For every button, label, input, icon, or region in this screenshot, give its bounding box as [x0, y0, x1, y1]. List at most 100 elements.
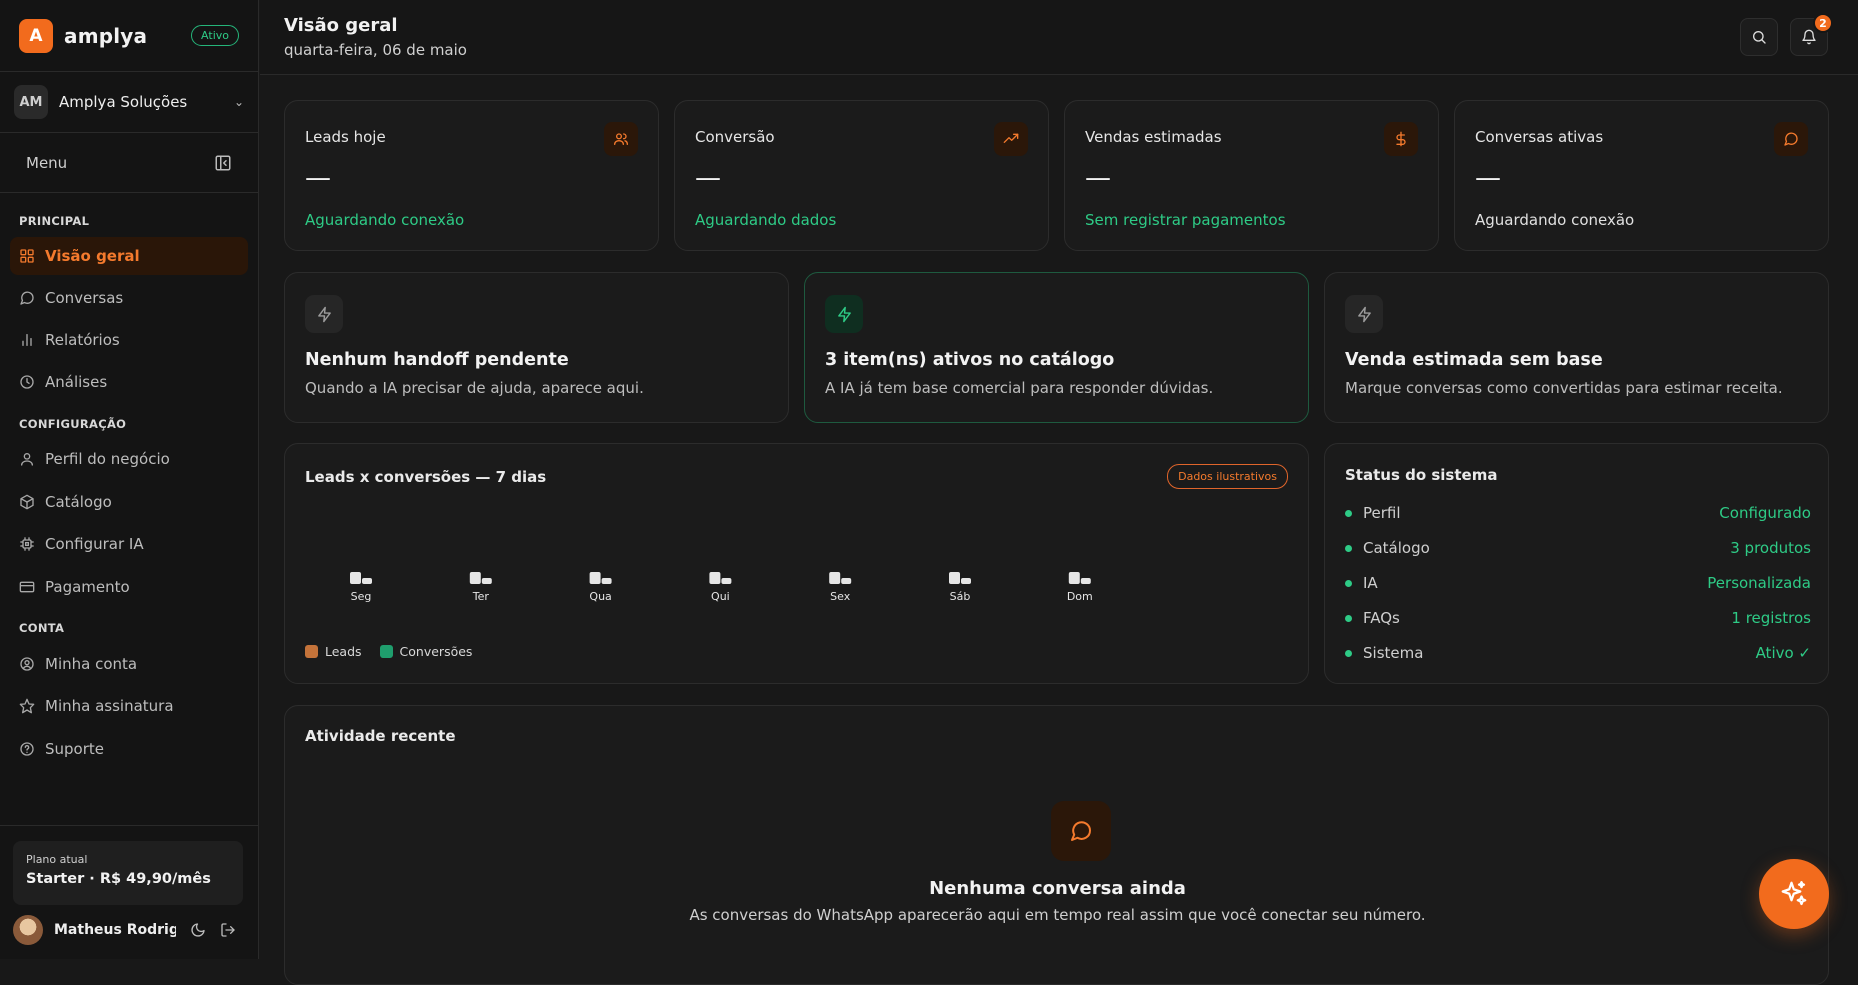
- trending-up-icon: [994, 122, 1028, 156]
- kpi-value: —: [1085, 163, 1111, 193]
- kpi-subtitle: Aguardando conexão: [305, 211, 465, 229]
- status-title: Status do sistema: [1345, 466, 1498, 484]
- recent-activity-card: Atividade recente Nenhuma conversa ainda…: [284, 705, 1829, 985]
- legend-swatch: [305, 645, 318, 658]
- activity-title: Atividade recente: [305, 727, 456, 745]
- sidebar-item-minha-assinatura[interactable]: Minha assinatura: [10, 687, 248, 725]
- sidebar-divider: [0, 825, 259, 826]
- company-avatar: AM: [14, 85, 48, 119]
- current-plan-card[interactable]: Plano atual Starter · R$ 49,90/mês: [13, 841, 243, 905]
- ai-assistant-button[interactable]: [1759, 859, 1829, 929]
- sidebar-item-label: Perfil do negócio: [45, 450, 170, 468]
- status-value: 3 produtos: [1730, 539, 1811, 557]
- status-label: Perfil: [1363, 504, 1401, 522]
- bar-chart-icon: [19, 332, 35, 348]
- status-row: IA Personalizada: [1345, 571, 1811, 595]
- user-avatar[interactable]: [13, 915, 43, 945]
- status-label: Sistema: [1363, 644, 1424, 662]
- kpi-subtitle: Sem registrar pagamentos: [1085, 211, 1286, 229]
- empty-state-title: Nenhuma conversa ainda: [929, 878, 1186, 899]
- sidebar-item-label: Configurar IA: [45, 535, 144, 553]
- sidebar-item-label: Catálogo: [45, 493, 112, 511]
- package-icon: [19, 494, 35, 510]
- collapse-sidebar-icon[interactable]: [214, 154, 232, 172]
- feature-card-catalogo[interactable]: 3 item(ns) ativos no catálogo A IA já te…: [804, 272, 1309, 423]
- sidebar-item-configurar-ia[interactable]: Configurar IA: [10, 525, 248, 563]
- feature-card-handoff[interactable]: Nenhum handoff pendente Quando a IA prec…: [284, 272, 789, 423]
- logout-icon[interactable]: [220, 922, 236, 938]
- status-value: Ativo ✓: [1755, 644, 1811, 662]
- company-switcher[interactable]: AM Amplya Soluções ⌄: [0, 72, 258, 133]
- sidebar-item-label: Pagamento: [45, 578, 130, 596]
- kpi-subtitle: Aguardando dados: [695, 211, 837, 229]
- credit-card-icon: [19, 579, 35, 595]
- sidebar-item-label: Minha assinatura: [45, 697, 174, 715]
- status-row: FAQs 1 registros: [1345, 606, 1811, 630]
- chevron-down-icon: ⌄: [233, 95, 244, 109]
- menu-label: Menu: [26, 153, 68, 172]
- company-name: Amplya Soluções: [59, 93, 188, 111]
- kpi-card-conversao: Conversão — Aguardando dados: [674, 100, 1049, 251]
- sidebar-item-perfil[interactable]: Perfil do negócio: [10, 440, 248, 478]
- sidebar-item-label: Visão geral: [45, 247, 140, 265]
- bar-conversoes: [601, 578, 612, 584]
- page-date: quarta-feira, 06 de maio: [284, 41, 467, 59]
- menu-header: Menu: [0, 133, 258, 193]
- status-value: 1 registros: [1731, 609, 1811, 627]
- kpi-card-leads: Leads hoje — Aguardando conexão: [284, 100, 659, 251]
- sidebar-item-suporte[interactable]: Suporte: [10, 730, 248, 768]
- sidebar-item-label: Suporte: [45, 740, 105, 758]
- feature-card-venda-estimada[interactable]: Venda estimada sem base Marque conversas…: [1324, 272, 1829, 423]
- sidebar-item-catalogo[interactable]: Catálogo: [10, 483, 248, 521]
- chart-title: Leads x conversões — 7 dias: [305, 468, 547, 486]
- search-icon: [1751, 29, 1767, 45]
- bar-conversoes: [481, 578, 492, 584]
- brand-logo[interactable]: A: [19, 18, 53, 53]
- user-name[interactable]: Matheus Rodrigu...: [54, 922, 176, 938]
- section-title-conta: CONTA: [19, 621, 65, 635]
- legend-item-conversoes: Conversões: [379, 644, 472, 659]
- bar-leads: [350, 572, 361, 584]
- sidebar-item-label: Minha conta: [45, 655, 138, 673]
- message-circle-icon: [1051, 801, 1111, 861]
- status-label: Catálogo: [1363, 539, 1430, 557]
- bar-leads: [589, 572, 601, 584]
- sidebar-item-relatorios[interactable]: Relatórios: [10, 321, 248, 359]
- bar-conversoes: [1080, 578, 1091, 584]
- search-button[interactable]: [1740, 18, 1778, 56]
- grid-icon: [19, 248, 35, 264]
- sidebar-item-analises[interactable]: Análises: [10, 363, 248, 401]
- account-status-badge: Ativo: [191, 25, 239, 46]
- user-icon: [19, 451, 35, 467]
- status-value: Configurado: [1719, 504, 1811, 522]
- kpi-card-vendas: Vendas estimadas — Sem registrar pagamen…: [1064, 100, 1439, 251]
- x-tick-label: Sáb: [950, 590, 971, 603]
- feature-description: Marque conversas como convertidas para e…: [1345, 379, 1783, 397]
- sidebar-item-conversas[interactable]: Conversas: [10, 279, 248, 317]
- status-label: FAQs: [1363, 609, 1400, 627]
- user-row: Matheus Rodrigu...: [13, 914, 249, 946]
- kpi-value: —: [695, 163, 721, 193]
- feature-title: 3 item(ns) ativos no catálogo: [825, 350, 1115, 370]
- brand-name: amplya: [64, 23, 148, 48]
- moon-icon[interactable]: [190, 922, 206, 938]
- help-circle-icon: [19, 741, 35, 757]
- notifications-button[interactable]: 2: [1790, 13, 1833, 56]
- feature-description: Quando a IA precisar de ajuda, aparece a…: [305, 379, 644, 397]
- message-icon: [1774, 122, 1808, 156]
- bell-icon: [1801, 29, 1817, 45]
- page-title: Visão geral: [284, 15, 398, 36]
- status-label: IA: [1363, 574, 1378, 592]
- sidebar-item-minha-conta[interactable]: Minha conta: [10, 645, 248, 683]
- kpi-title: Vendas estimadas: [1085, 128, 1222, 146]
- feature-title: Nenhum handoff pendente: [305, 350, 569, 370]
- zap-icon: [1345, 295, 1383, 333]
- bar-leads: [709, 572, 721, 584]
- empty-state-description: As conversas do WhatsApp aparecerão aqui…: [689, 906, 1426, 924]
- plan-value: Starter · R$ 49,90/mês: [26, 871, 211, 887]
- users-icon: [604, 122, 638, 156]
- status-row: Sistema Ativo ✓: [1345, 641, 1811, 665]
- sidebar-item-pagamento[interactable]: Pagamento: [10, 568, 248, 606]
- sidebar-item-visao-geral[interactable]: Visão geral: [10, 237, 248, 275]
- legend-label: Leads: [325, 644, 362, 659]
